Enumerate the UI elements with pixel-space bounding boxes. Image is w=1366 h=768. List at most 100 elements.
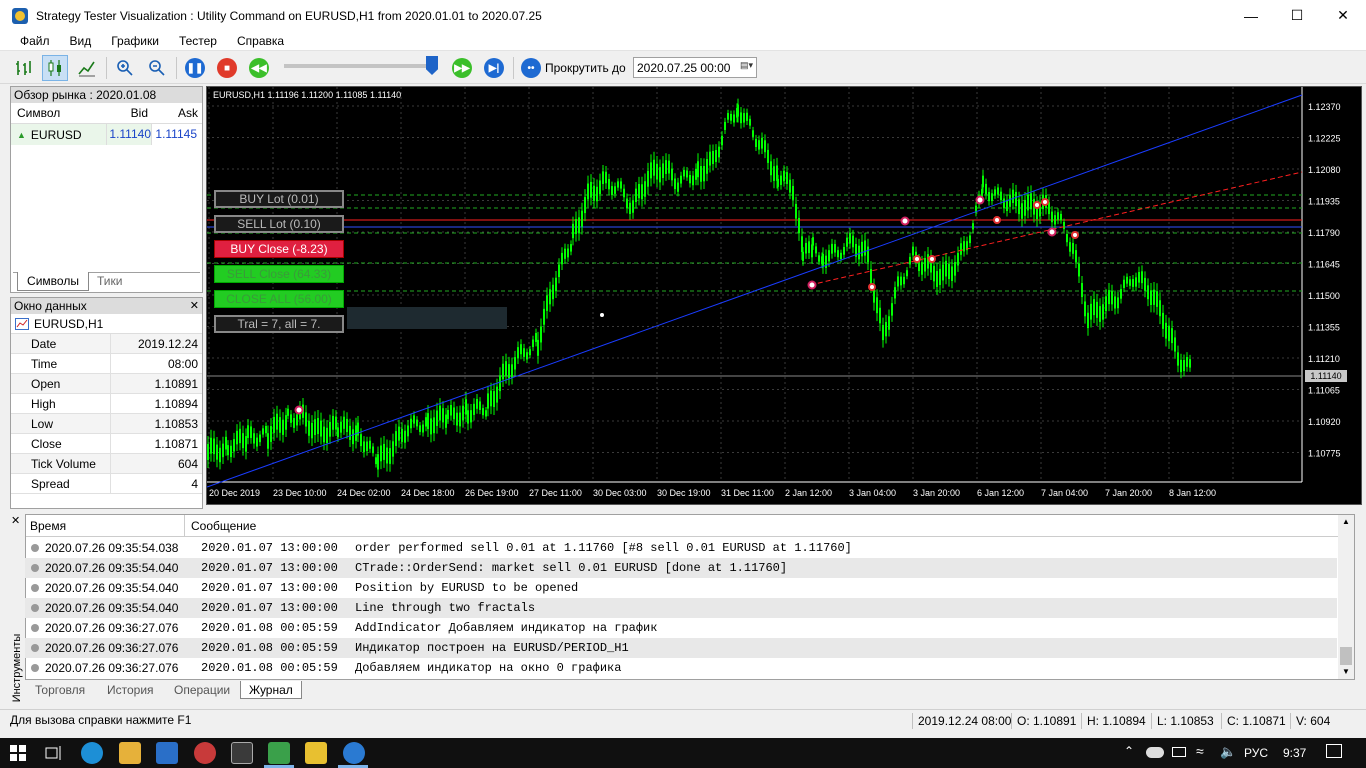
edge-browser-icon[interactable] xyxy=(81,742,103,764)
calendar-dropdown-icon[interactable]: ▤▾ xyxy=(740,60,753,71)
stop-icon[interactable]: ■ xyxy=(214,55,240,81)
buy-close-button[interactable]: BUY Close (-8.23) xyxy=(214,240,344,258)
market-watch-row[interactable]: ▲ EURUSD 1.11140 1.11145 xyxy=(11,124,202,145)
candle-body xyxy=(410,418,412,429)
task-view-icon[interactable] xyxy=(45,745,63,764)
notifications-icon[interactable] xyxy=(1326,744,1342,758)
menu-file[interactable]: Файл xyxy=(10,31,60,51)
candle-body xyxy=(596,186,598,202)
zoom-out-icon[interactable] xyxy=(144,55,170,81)
file-explorer-icon[interactable] xyxy=(119,742,141,764)
close-toolbox-icon[interactable]: ✕ xyxy=(11,514,20,527)
tab-history[interactable]: История xyxy=(99,681,162,699)
volume-icon[interactable]: 🔈 xyxy=(1220,744,1236,760)
trade-marker xyxy=(928,255,936,263)
candle-body xyxy=(1132,278,1134,287)
log-row[interactable]: 2020.07.26 09:35:54.040 2020.01.07 13:00:… xyxy=(25,578,1337,598)
candle-body xyxy=(520,344,522,355)
tab-trade[interactable]: Торговля xyxy=(27,681,93,699)
tab-operations[interactable]: Операции xyxy=(166,681,238,699)
log-row[interactable]: 2020.07.26 09:36:27.076 2020.01.08 00:05:… xyxy=(25,618,1337,638)
candlestick-chart-icon[interactable] xyxy=(42,55,68,81)
log-row[interactable]: 2020.07.26 09:35:54.040 2020.01.07 13:00:… xyxy=(25,598,1337,618)
weather-cloud-icon[interactable] xyxy=(1146,747,1164,758)
zoom-in-icon[interactable] xyxy=(112,55,138,81)
menu-help[interactable]: Справка xyxy=(227,31,294,51)
log-row[interactable]: 2020.07.26 09:35:54.040 2020.01.07 13:00:… xyxy=(25,558,1337,578)
calculator-icon[interactable] xyxy=(231,742,253,764)
log-row[interactable]: 2020.07.26 09:36:27.076 2020.01.08 00:05:… xyxy=(25,638,1337,658)
tab-symbols[interactable]: Символы xyxy=(17,272,89,291)
bar-chart-icon[interactable] xyxy=(10,55,36,81)
menu-view[interactable]: Вид xyxy=(60,31,102,51)
candle-body xyxy=(413,415,415,424)
candle-body xyxy=(236,430,238,445)
candle-body xyxy=(436,410,438,426)
candle-body xyxy=(543,308,545,325)
sell-close-button[interactable]: SELL Close (64.33) xyxy=(214,265,344,283)
journal-scrollbar[interactable]: ▲ ▼ xyxy=(1338,515,1354,679)
candle-body xyxy=(715,150,717,162)
candle-body xyxy=(936,271,938,287)
battery-icon[interactable] xyxy=(1172,747,1186,757)
journal-scrollbar-thumb[interactable] xyxy=(1340,647,1352,665)
close-window-button[interactable]: ✕ xyxy=(1320,0,1366,31)
candle-body xyxy=(1174,337,1176,352)
price-chart-canvas[interactable]: 1.12370 1.12225 1.12080 1.11935 1.11790 1.116… xyxy=(206,87,1361,504)
maximize-button[interactable]: ☐ xyxy=(1274,0,1320,31)
rewind-icon[interactable]: ◀◀ xyxy=(246,55,272,81)
candle-body xyxy=(783,170,785,182)
windows-start-icon[interactable] xyxy=(10,745,26,764)
candle-body xyxy=(599,180,601,195)
candle-body xyxy=(335,416,337,430)
speed-slider-track[interactable] xyxy=(284,64,434,68)
candle-body xyxy=(453,407,455,420)
line-chart-icon[interactable] xyxy=(74,55,100,81)
show-hidden-icons-icon[interactable]: ⌃ xyxy=(1124,744,1134,758)
candle-body xyxy=(982,175,984,188)
menu-tester[interactable]: Тестер xyxy=(169,31,227,51)
fast-forward-icon[interactable]: ▶▶ xyxy=(449,55,475,81)
candle-body xyxy=(815,246,817,254)
log-row[interactable]: 2020.07.26 09:35:54.038 2020.01.07 13:00:… xyxy=(25,538,1337,558)
price-chart[interactable]: 1.12370 1.12225 1.12080 1.11935 1.11790 1.116… xyxy=(206,86,1362,505)
strategy-tester-taskbar-icon[interactable] xyxy=(343,742,365,764)
candle-body xyxy=(578,217,580,233)
media-player-icon[interactable] xyxy=(194,742,216,764)
close-all-button[interactable]: CLOSE ALL (56.00) xyxy=(214,290,344,308)
minimize-button[interactable]: — xyxy=(1228,0,1274,31)
candle-body xyxy=(891,303,893,316)
language-indicator[interactable]: РУС xyxy=(1244,746,1268,760)
metaeditor-icon[interactable] xyxy=(305,742,327,764)
candle-body xyxy=(340,421,342,433)
menu-charts[interactable]: Графики xyxy=(101,31,169,51)
candle-body xyxy=(749,118,751,126)
candle-body xyxy=(467,410,469,424)
buy-lot-button[interactable]: BUY Lot (0.01) xyxy=(214,190,344,208)
skip-to-end-icon[interactable]: ▶| xyxy=(481,55,507,81)
status-help-text: Для вызова справки нажмите F1 xyxy=(10,713,192,727)
tral-button[interactable]: Tral = 7, all = 7. xyxy=(214,315,344,333)
terminal-taskbar-icon[interactable] xyxy=(268,742,290,764)
close-data-window-icon[interactable]: ✕ xyxy=(190,298,199,314)
candle-body xyxy=(386,447,388,464)
candle-body xyxy=(1123,279,1125,288)
chart-symbol-icon xyxy=(15,317,29,330)
time-tick-label: 23 Dec 10:00 xyxy=(273,488,327,498)
sell-lot-button[interactable]: SELL Lot (0.10) xyxy=(214,215,344,233)
pause-icon[interactable]: ❚❚ xyxy=(182,55,208,81)
network-icon[interactable]: ≈ xyxy=(1196,743,1204,759)
candle-body xyxy=(1066,233,1068,243)
scroll-to-date-picker[interactable]: 2020.07.25 00:00 ▤▾ xyxy=(633,57,757,78)
candle-body xyxy=(668,160,670,174)
scroll-to-icon[interactable]: •• xyxy=(518,55,544,81)
tab-journal[interactable]: Журнал xyxy=(240,681,302,699)
fractal-marker xyxy=(900,216,910,226)
tab-ticks[interactable]: Тики xyxy=(97,274,122,288)
candle-body xyxy=(540,326,542,343)
candle-body xyxy=(674,178,676,190)
log-row[interactable]: 2020.07.26 09:36:27.076 2020.01.08 00:05:… xyxy=(25,658,1337,678)
mail-icon[interactable] xyxy=(156,742,178,764)
candle-body xyxy=(849,233,851,244)
clock[interactable]: 9:37 xyxy=(1283,746,1306,760)
